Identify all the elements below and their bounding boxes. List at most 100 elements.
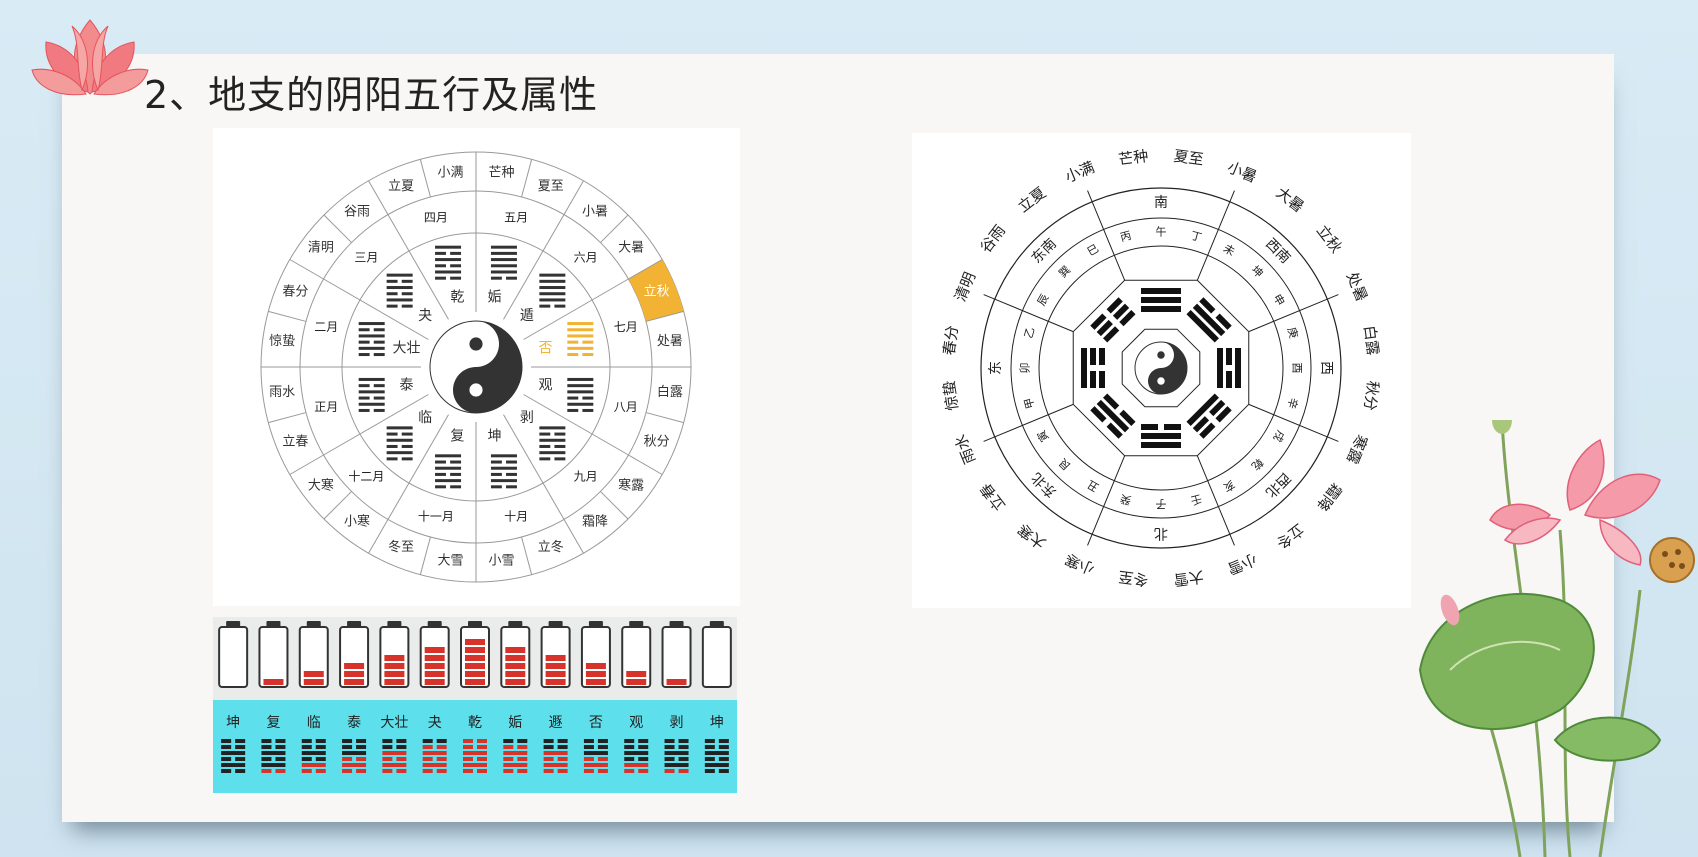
strip-hexagram-line	[664, 769, 675, 773]
stem-branch-label: 子	[1156, 498, 1167, 511]
battery-body	[661, 626, 692, 688]
strip-hexagram-line	[463, 751, 487, 755]
yin-yang-battery-strip: 坤 复 临 泰 大壮 夬 乾 姤 遯 否 观 剥 坤	[213, 617, 737, 793]
strip-hexagram-line	[704, 745, 715, 749]
battery-cell	[344, 679, 365, 685]
hexagram-name: 坤	[488, 429, 502, 445]
outer-solar-term-label: 寒露	[1343, 432, 1371, 467]
strip-hexagram-line	[261, 739, 272, 743]
hexagram-line	[539, 444, 551, 448]
battery-cell	[585, 663, 606, 669]
strip-hexagram-line	[463, 745, 473, 749]
trigram-line	[1141, 442, 1181, 448]
stem-branch-label: 辰	[1035, 292, 1052, 308]
strip-hexagram-line	[422, 763, 447, 767]
trigram-line	[1090, 371, 1096, 388]
trigram-symbol	[1081, 348, 1105, 388]
strip-hexagram-line	[382, 745, 393, 749]
hexagram-line	[554, 444, 566, 448]
outer-solar-term-label: 冬至	[1117, 567, 1149, 589]
strip-hexagram-line	[503, 757, 514, 761]
stem-branch-label: 丑	[1085, 477, 1101, 494]
hexagram-line	[450, 276, 462, 280]
hexagram-line	[386, 292, 398, 296]
strip-hexagram-line	[275, 745, 286, 749]
battery-cell	[626, 671, 647, 677]
strip-hexagram-label: 否	[589, 715, 603, 731]
hexagram-line	[373, 328, 385, 332]
hexagram-month-wheel-graphic: 芒种夏至小暑大暑立秋处暑白露秋分寒露霜降立冬小雪 大雪 冬至 小寒 大寒 立春 雨水 惊蛰 春分…	[260, 151, 692, 583]
stem-branch-label: 辛	[1285, 396, 1301, 410]
strip-hexagram-line	[543, 745, 554, 749]
strip-hexagram-line	[503, 769, 514, 773]
hexagram-line	[490, 454, 517, 458]
strip-hexagram-label: 乾	[468, 715, 482, 731]
strip-hexagram-line	[517, 757, 528, 761]
hexagram-line	[358, 346, 385, 350]
strip-hexagram-line	[477, 769, 487, 773]
lotus-plant-icon	[1418, 420, 1695, 857]
bagua-compass-graphic: 南西南西西北北东北东东南午夏至丁小暑未大暑坤立秋申 处暑庚 白露酉秋分辛寒露戌霜降乾…	[940, 147, 1382, 589]
strip-hexagram-line	[583, 739, 594, 743]
hexagram-name: 剥	[520, 410, 534, 426]
hexagram-line	[582, 353, 594, 357]
strip-hexagram-line	[477, 757, 487, 761]
battery-body	[621, 626, 652, 688]
hexagram-line	[401, 457, 413, 461]
strip-hexagram-line	[517, 769, 528, 773]
solar-term-label: 小寒	[344, 514, 370, 530]
strip-hexagram-line	[396, 739, 407, 743]
stem-branch-label: 坤	[1249, 263, 1267, 281]
strip-hexagram-line	[543, 739, 554, 743]
strip-hexagram-line	[543, 757, 554, 761]
strip-hexagram-line	[422, 757, 433, 761]
strip-hexagram-line	[275, 769, 286, 773]
stem-branch-label: 庚	[1285, 326, 1301, 340]
solar-term-label: 处暑	[657, 334, 683, 349]
strip-hexagram-line	[704, 751, 729, 755]
strip-hexagram-line	[235, 745, 246, 749]
battery-cell	[384, 671, 405, 677]
strip-hexagram-line	[597, 745, 608, 749]
strip-hexagram-line	[638, 745, 649, 749]
strip-hexagram-line	[678, 745, 689, 749]
strip-hexagram-line	[624, 757, 635, 761]
hexagram-line	[373, 384, 385, 388]
solar-term-label: 大雪	[437, 553, 463, 568]
hexagram-line	[554, 304, 566, 308]
strip-hexagram-line	[678, 739, 689, 743]
outer-solar-term-label: 霜降	[1313, 480, 1346, 515]
hexagram-line	[435, 258, 462, 262]
strip-hexagram-line	[517, 739, 528, 743]
hexagram-line	[567, 346, 594, 350]
strip-hexagram-label: 夬	[428, 715, 442, 731]
stem-branch-label: 丙	[1119, 229, 1133, 244]
trigram-line	[1141, 288, 1181, 294]
battery-cell	[384, 655, 405, 661]
strip-hexagram-line	[301, 751, 326, 755]
hexagram-line	[358, 384, 370, 388]
stem-branch-label: 未	[1221, 242, 1237, 259]
stem-branch-label: 寅	[1034, 428, 1052, 445]
battery-body	[339, 626, 370, 688]
trigram-symbol	[1186, 297, 1232, 343]
strip-hexagram-line	[597, 769, 608, 773]
battery-cell	[666, 679, 687, 685]
battery-cell	[424, 671, 445, 677]
battery-cell	[545, 671, 566, 677]
strip-hexagram-line	[704, 757, 715, 761]
outer-solar-term-label: 惊蛰	[940, 380, 962, 412]
strip-hexagram-line	[301, 769, 312, 773]
hexagram-name: 姤	[488, 289, 502, 305]
stem-branch-label: 巳	[1085, 242, 1101, 259]
strip-hexagram-label: 泰	[347, 715, 361, 731]
hexagram-line	[567, 402, 594, 406]
strip-hexagram-line	[422, 739, 433, 743]
direction-label: 东	[988, 361, 1004, 375]
strip-hexagram-line	[503, 745, 514, 749]
battery-body	[258, 626, 289, 688]
strip-hexagram-label: 遯	[549, 715, 563, 731]
strip-hexagram-line	[638, 757, 649, 761]
strip-hexagram-line	[436, 757, 447, 761]
strip-hexagram-line	[503, 739, 514, 743]
